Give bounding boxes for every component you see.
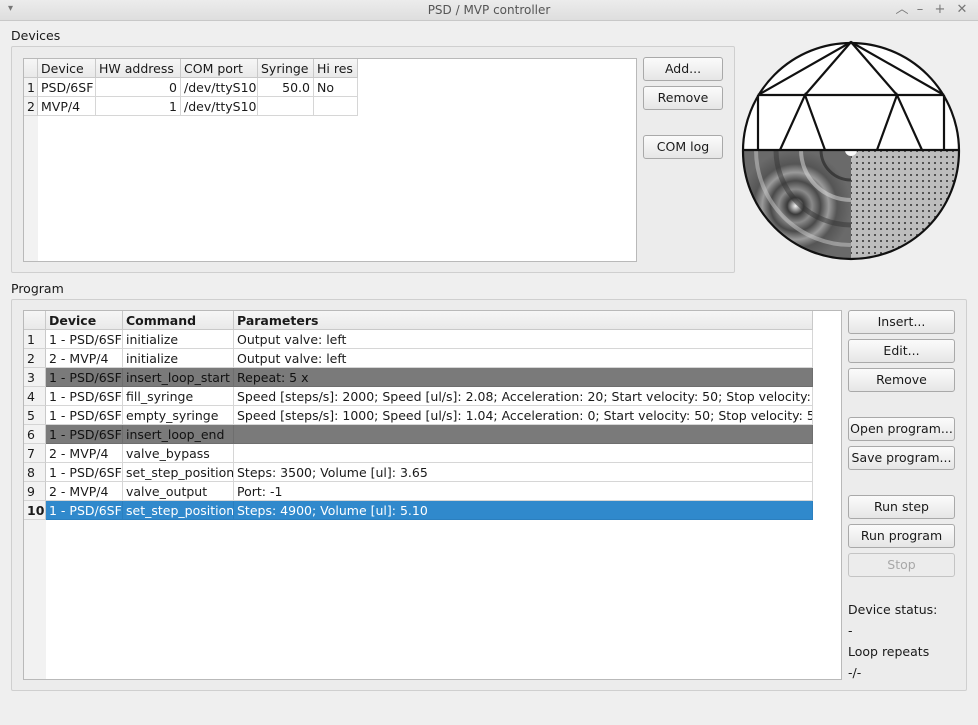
program-cell-device[interactable]: 1 - PSD/6SF: [46, 330, 123, 349]
program-group-label: Program: [11, 281, 64, 296]
program-cell-parameters[interactable]: Output valve: left: [234, 330, 813, 349]
program-row-number[interactable]: 1: [24, 330, 46, 349]
devices-cell-hw-address[interactable]: 0: [96, 78, 181, 97]
minimize-icon[interactable]: –: [911, 1, 929, 19]
devices-col-syringe[interactable]: Syringe: [258, 59, 314, 78]
run-step-button[interactable]: Run step: [848, 495, 955, 519]
com-log-button[interactable]: COM log: [643, 135, 723, 159]
add-device-button[interactable]: Add...: [643, 57, 723, 81]
program-row-number[interactable]: 5: [24, 406, 46, 425]
program-row-number[interactable]: 4: [24, 387, 46, 406]
program-row-number[interactable]: 2: [24, 349, 46, 368]
insert-button[interactable]: Insert...: [848, 310, 955, 334]
device-status-value: -: [848, 623, 853, 638]
devices-cell-hw-address[interactable]: 1: [96, 97, 181, 116]
program-row-number[interactable]: 7: [24, 444, 46, 463]
program-cell-command[interactable]: valve_output: [123, 482, 234, 501]
program-cell-parameters[interactable]: Steps: 4900; Volume [ul]: 5.10: [234, 501, 813, 520]
program-cell-command[interactable]: empty_syringe: [123, 406, 234, 425]
collapse-icon[interactable]: ︿: [893, 1, 911, 19]
devices-table[interactable]: Device HW address COM port Syringe Hi re…: [23, 58, 637, 262]
devices-cell-com-port[interactable]: /dev/ttyS10: [181, 78, 258, 97]
program-row-number[interactable]: 3: [24, 368, 46, 387]
program-cell-parameters[interactable]: Output valve: left: [234, 349, 813, 368]
program-cell-parameters[interactable]: Speed [steps/s]: 2000; Speed [ul/s]: 2.0…: [234, 387, 813, 406]
program-cell-parameters[interactable]: Steps: 3500; Volume [ul]: 3.65: [234, 463, 813, 482]
program-cell-command[interactable]: insert_loop_end: [123, 425, 234, 444]
device-status-label: Device status:: [848, 602, 938, 617]
title-bar: ▾ PSD / MVP controller ︿ – + ✕: [0, 0, 978, 21]
devices-row-number[interactable]: 2: [24, 97, 38, 116]
program-cell-device[interactable]: 1 - PSD/6SF: [46, 368, 123, 387]
program-cell-parameters[interactable]: [234, 444, 813, 463]
program-row-number[interactable]: 6: [24, 425, 46, 444]
program-col-device[interactable]: Device: [46, 311, 123, 330]
program-cell-command[interactable]: initialize: [123, 330, 234, 349]
program-cell-parameters[interactable]: [234, 425, 813, 444]
program-cell-command[interactable]: valve_bypass: [123, 444, 234, 463]
program-cell-device[interactable]: 1 - PSD/6SF: [46, 425, 123, 444]
program-cell-device[interactable]: 1 - PSD/6SF: [46, 463, 123, 482]
stop-button[interactable]: Stop: [848, 553, 955, 577]
devices-row-number[interactable]: 1: [24, 78, 38, 97]
program-row-number[interactable]: 8: [24, 463, 46, 482]
program-cell-device[interactable]: 2 - MVP/4: [46, 444, 123, 463]
loop-repeats-label: Loop repeats: [848, 644, 930, 659]
program-col-command[interactable]: Command: [123, 311, 234, 330]
program-cell-parameters[interactable]: Port: -1: [234, 482, 813, 501]
program-col-parameters[interactable]: Parameters: [234, 311, 813, 330]
program-cell-parameters[interactable]: Speed [steps/s]: 1000; Speed [ul/s]: 1.0…: [234, 406, 813, 425]
devices-cell-hi-res[interactable]: [314, 97, 358, 116]
maximize-icon[interactable]: +: [931, 1, 949, 19]
app-logo: [741, 40, 961, 261]
devices-cell-device[interactable]: PSD/6SF: [38, 78, 96, 97]
devices-cell-hi-res[interactable]: No: [314, 78, 358, 97]
program-row-number[interactable]: 10: [24, 501, 46, 520]
devices-cell-syringe[interactable]: 50.0: [258, 78, 314, 97]
window-title: PSD / MVP controller: [427, 3, 551, 17]
program-cell-command[interactable]: set_step_position: [123, 501, 234, 520]
program-row-number[interactable]: 9: [24, 482, 46, 501]
run-program-button[interactable]: Run program: [848, 524, 955, 548]
devices-cell-device[interactable]: MVP/4: [38, 97, 96, 116]
program-table[interactable]: Device Command Parameters 11 - PSD/6SF in…: [23, 310, 842, 680]
edit-button[interactable]: Edit...: [848, 339, 955, 363]
program-cell-command[interactable]: fill_syringe: [123, 387, 234, 406]
program-cell-device[interactable]: 2 - MVP/4: [46, 482, 123, 501]
program-cell-command[interactable]: insert_loop_start: [123, 368, 234, 387]
devices-col-device[interactable]: Device: [38, 59, 96, 78]
close-icon[interactable]: ✕: [953, 1, 971, 19]
open-program-button[interactable]: Open program...: [848, 417, 955, 441]
program-cell-device[interactable]: 2 - MVP/4: [46, 349, 123, 368]
devices-col-hw-address[interactable]: HW address: [96, 59, 181, 78]
loop-repeats-value: -/-: [848, 665, 862, 680]
program-cell-device[interactable]: 1 - PSD/6SF: [46, 501, 123, 520]
program-cell-command[interactable]: set_step_position: [123, 463, 234, 482]
devices-cell-syringe[interactable]: [258, 97, 314, 116]
save-program-button[interactable]: Save program...: [848, 446, 955, 470]
devices-group-label: Devices: [11, 28, 61, 43]
devices-cell-com-port[interactable]: /dev/ttyS10: [181, 97, 258, 116]
remove-device-button[interactable]: Remove: [643, 86, 723, 110]
devices-col-com-port[interactable]: COM port: [181, 59, 258, 78]
devices-col-hi-res[interactable]: Hi res: [314, 59, 358, 78]
remove-step-button[interactable]: Remove: [848, 368, 955, 392]
program-cell-parameters[interactable]: Repeat: 5 x: [234, 368, 813, 387]
program-corner: [24, 311, 46, 330]
program-cell-command[interactable]: initialize: [123, 349, 234, 368]
devices-corner: [24, 59, 38, 78]
program-cell-device[interactable]: 1 - PSD/6SF: [46, 406, 123, 425]
program-cell-device[interactable]: 1 - PSD/6SF: [46, 387, 123, 406]
